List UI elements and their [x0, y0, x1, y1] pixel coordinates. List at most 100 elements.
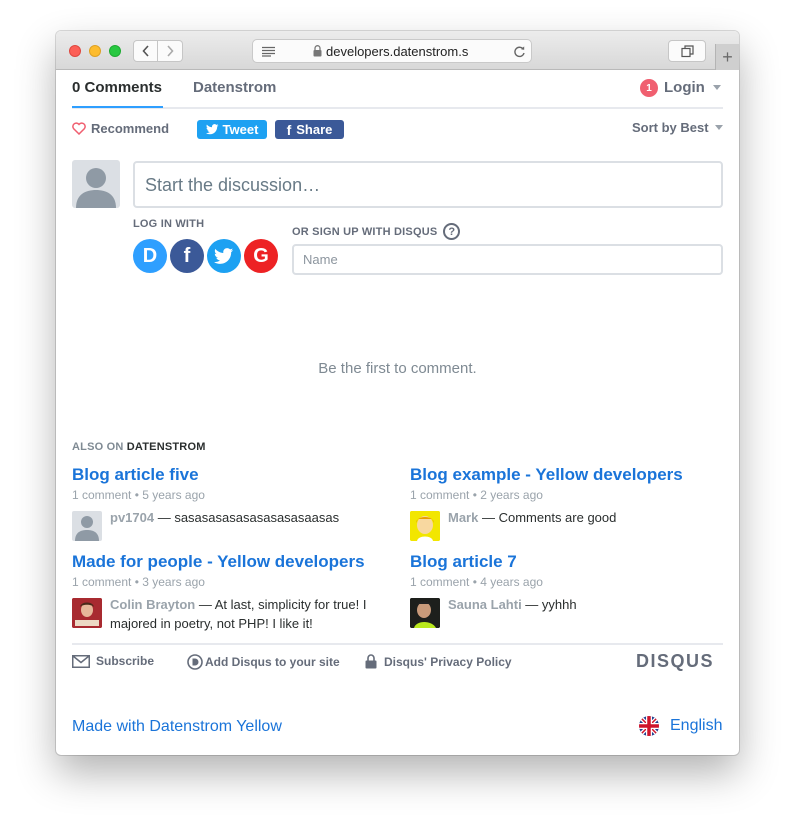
- commenter-avatar[interactable]: [72, 598, 102, 628]
- avatar-photo-icon: [410, 511, 440, 541]
- lock-icon: [313, 45, 322, 57]
- address-bar[interactable]: developers.datenstrom.se: [252, 39, 532, 63]
- signup-with-disqus: OR SIGN UP WITH DISQUS ?: [292, 223, 461, 240]
- reader-icon[interactable]: [261, 46, 276, 57]
- comment-excerpt[interactable]: Sauna Lahti — yyhhh: [448, 595, 723, 614]
- facebook-login-button[interactable]: f: [170, 239, 204, 273]
- new-tab-button[interactable]: +: [715, 44, 739, 70]
- notification-badge[interactable]: 1: [640, 79, 658, 97]
- tweet-label: Tweet: [222, 122, 259, 137]
- article-age: 3 years ago: [142, 575, 205, 589]
- twitter-bird-icon: [205, 124, 219, 135]
- subscribe-link[interactable]: Subscribe: [72, 654, 154, 668]
- comment-excerpt[interactable]: Mark — Comments are good: [448, 508, 723, 527]
- login-with-label: LOG IN WITH: [133, 218, 205, 230]
- zoom-window-button[interactable]: [109, 45, 121, 57]
- tweet-button[interactable]: Tweet: [197, 120, 267, 139]
- twitter-logo-icon: [214, 247, 234, 264]
- user-silhouette-icon: [76, 168, 116, 208]
- comment-count: 1 comment: [410, 575, 470, 589]
- help-icon[interactable]: ?: [443, 223, 461, 240]
- title-bar: developers.datenstrom.se +: [56, 31, 739, 70]
- commenter-avatar[interactable]: [72, 511, 102, 541]
- comment-author: Colin Brayton: [110, 597, 196, 612]
- privacy-link[interactable]: Disqus' Privacy Policy: [365, 654, 512, 669]
- comment-count: 1 comment: [72, 488, 132, 502]
- disqus-logo[interactable]: DISQUS: [636, 651, 714, 672]
- caret-down-icon: [714, 125, 723, 130]
- forward-button[interactable]: [158, 40, 183, 62]
- comment-text: Comments are good: [498, 510, 617, 525]
- facebook-share-button[interactable]: f Share: [275, 120, 344, 139]
- header-divider: [72, 107, 723, 109]
- guest-avatar: [72, 160, 120, 208]
- tabs-icon: [680, 44, 694, 57]
- article-age: 2 years ago: [480, 488, 543, 502]
- comment-excerpt[interactable]: pv1704 — sasasasasasasasasasaasas: [110, 508, 370, 527]
- login-label: Login: [664, 79, 705, 96]
- footer-divider: [72, 643, 723, 645]
- user-silhouette-icon: [75, 516, 99, 541]
- comment-textbox[interactable]: Start the discussion…: [133, 161, 723, 208]
- uk-flag-icon: [639, 716, 659, 736]
- made-with-link[interactable]: Made with Datenstrom Yellow: [72, 718, 282, 736]
- facebook-logo-icon: f: [183, 244, 191, 267]
- tab-comments[interactable]: 0 Comments: [72, 79, 162, 96]
- comment-author: Sauna Lahti: [448, 597, 522, 612]
- reload-icon[interactable]: [513, 45, 526, 58]
- article-title[interactable]: Blog article 7: [410, 552, 517, 572]
- minimize-window-button[interactable]: [89, 45, 101, 57]
- add-disqus-link[interactable]: Add Disqus to your site: [187, 654, 340, 670]
- google-login-button[interactable]: G: [244, 239, 278, 273]
- active-tab-indicator: [72, 106, 163, 108]
- comment-author: Mark: [448, 510, 479, 525]
- disqus-embed: 0 Comments Datenstrom 1 Login Recommend …: [56, 71, 739, 755]
- article-meta: 1 comment • 5 years ago: [72, 488, 205, 502]
- facebook-f-icon: f: [286, 121, 292, 138]
- commenter-avatar[interactable]: [410, 598, 440, 628]
- recommend-button[interactable]: Recommend: [72, 121, 169, 136]
- login-menu[interactable]: Login: [664, 79, 721, 96]
- envelope-icon: [72, 654, 90, 668]
- recommend-label: Recommend: [91, 121, 170, 136]
- article-title[interactable]: Blog example - Yellow developers: [410, 465, 683, 485]
- also-on-site: DATENSTROM: [126, 441, 206, 453]
- privacy-label: Disqus' Privacy Policy: [384, 654, 512, 669]
- article-age: 4 years ago: [480, 575, 543, 589]
- share-label: Share: [296, 122, 333, 137]
- article-meta: 1 comment • 4 years ago: [410, 575, 543, 589]
- article-age: 5 years ago: [142, 488, 205, 502]
- commenter-avatar[interactable]: [410, 511, 440, 541]
- close-window-button[interactable]: [69, 45, 81, 57]
- heart-icon: [72, 122, 86, 135]
- language-selector[interactable]: English: [639, 716, 722, 736]
- disqus-d-icon: [187, 654, 203, 670]
- url-text[interactable]: developers.datenstrom.se: [326, 44, 468, 59]
- chevron-left-icon: [141, 45, 149, 57]
- article-meta: 1 comment • 3 years ago: [72, 575, 205, 589]
- comment-count: 1 comment: [410, 488, 470, 502]
- lock-icon: [365, 654, 377, 669]
- comment-excerpt[interactable]: Colin Brayton — At last, simplicity for …: [110, 595, 390, 633]
- back-button[interactable]: [133, 40, 158, 62]
- sort-dropdown[interactable]: Sort by Best: [632, 120, 723, 135]
- tab-community[interactable]: Datenstrom: [193, 79, 276, 96]
- empty-state-message: Be the first to comment.: [318, 360, 477, 377]
- show-tabs-button[interactable]: [668, 40, 706, 62]
- disqus-login-button[interactable]: D: [133, 239, 167, 273]
- avatar-photo-icon: [410, 598, 440, 628]
- also-on-heading: ALSO ON DATENSTROM: [72, 441, 206, 453]
- chevron-right-icon: [167, 45, 174, 57]
- article-title[interactable]: Made for people - Yellow developers: [72, 552, 365, 572]
- also-on-prefix: ALSO ON: [72, 441, 124, 453]
- comment-author: pv1704: [110, 510, 155, 525]
- avatar-photo-icon: [72, 598, 102, 628]
- google-logo-icon: G: [253, 244, 269, 267]
- twitter-login-button[interactable]: [207, 239, 241, 273]
- add-disqus-label: Add Disqus to your site: [205, 655, 340, 669]
- article-meta: 1 comment • 2 years ago: [410, 488, 543, 502]
- comment-text: yyhhh: [541, 597, 577, 612]
- name-input[interactable]: Name: [292, 244, 723, 275]
- article-title[interactable]: Blog article five: [72, 465, 199, 485]
- browser-window: developers.datenstrom.se + 0 Comments Da…: [56, 31, 739, 755]
